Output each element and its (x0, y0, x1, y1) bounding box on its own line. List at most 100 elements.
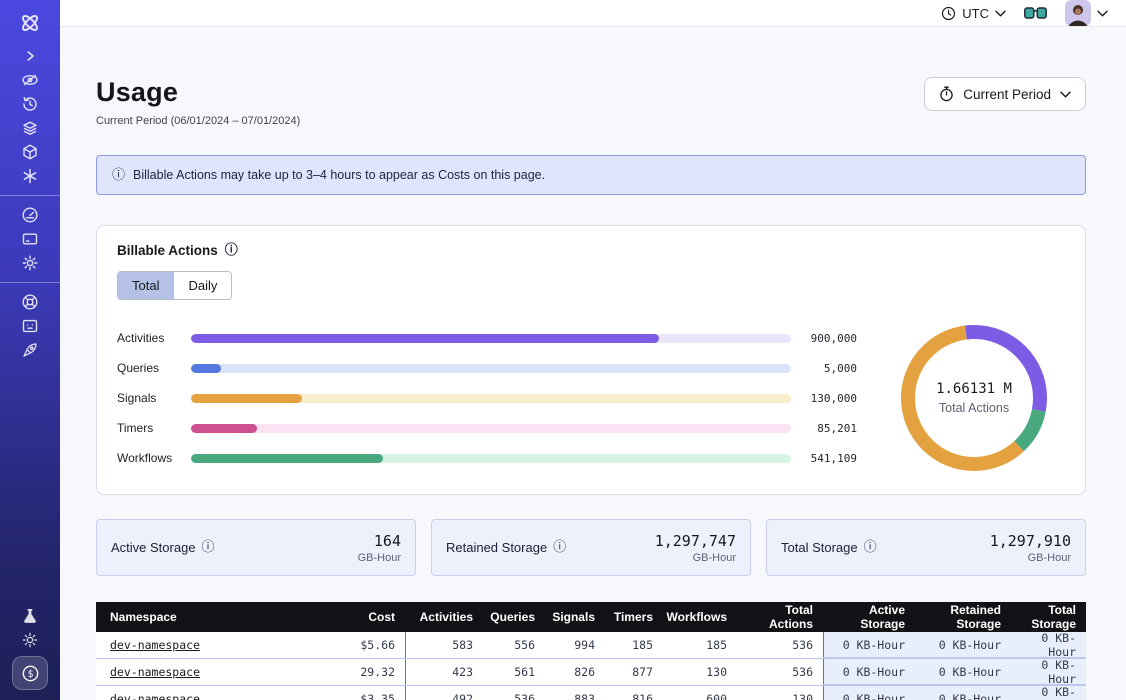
stat-value: 1,297,910 (990, 532, 1071, 550)
namespace-link[interactable]: dev-namespace (110, 692, 200, 700)
billable-actions-tabs: Total Daily (117, 271, 232, 300)
info-icon[interactable]: ⓘ (202, 541, 215, 554)
col-active-storage: Active Storage (823, 602, 915, 632)
cell-retained-storage: 0 KB-Hour (915, 659, 1011, 685)
billable-actions-title: Billable Actions (117, 243, 218, 258)
namespace-link[interactable]: dev-namespace (110, 665, 200, 679)
cell-active-storage: 0 KB-Hour (823, 686, 915, 700)
cell-signals: 883 (545, 686, 605, 700)
temporal-logo-icon[interactable] (12, 8, 48, 38)
tab-total[interactable]: Total (118, 272, 173, 299)
storage-summary-row: Active Storageⓘ 164 GB-Hour Retained Sto… (96, 519, 1086, 576)
bar-value: 5,000 (791, 362, 857, 375)
sidebar-divider (0, 282, 60, 283)
info-icon[interactable]: ⓘ (864, 541, 877, 554)
col-retained-storage: Retained Storage (915, 602, 1011, 632)
bar-label: Workflows (117, 451, 191, 465)
cell-cost: $5.66 (310, 632, 405, 658)
col-total-actions: Total Actions (737, 602, 823, 632)
total-actions-donut: 1.66131 M Total Actions (883, 322, 1065, 474)
avatar (1065, 0, 1091, 26)
cell-total-actions: 536 (737, 632, 823, 658)
cell-workflows: 600 (663, 686, 737, 700)
info-icon[interactable]: ⓘ (553, 541, 566, 554)
col-signals: Signals (545, 602, 605, 632)
namespaces-eye-icon[interactable] (12, 68, 48, 92)
billing-dollar-icon-active[interactable]: $ (12, 656, 48, 690)
table-row[interactable]: dev-namespace $3.35 492 536 883 816 600 … (96, 686, 1086, 700)
bar-row-signals: Signals 130,000 (117, 391, 857, 405)
bar-row-queries: Queries 5,000 (117, 361, 857, 375)
bar-row-timers: Timers 85,201 (117, 421, 857, 435)
bar-track (191, 334, 791, 343)
stat-label: Retained Storage (446, 540, 547, 555)
bar-value: 130,000 (791, 392, 857, 405)
donut-total-label: Total Actions (936, 401, 1012, 415)
namespace-link[interactable]: dev-namespace (110, 638, 200, 652)
cell-active-storage: 0 KB-Hour (823, 659, 915, 685)
usage-gauge-icon[interactable] (12, 203, 48, 227)
bar-value: 85,201 (791, 422, 857, 435)
col-activities: Activities (405, 602, 483, 632)
cell-retained-storage: 0 KB-Hour (915, 632, 1011, 658)
stat-unit: GB-Hour (990, 552, 1071, 564)
stat-value: 1,297,747 (655, 532, 736, 550)
info-icon[interactable]: ⓘ (225, 244, 238, 257)
main-area: UTC Usage Current Period (06/01/20 (60, 0, 1126, 700)
timezone-selector[interactable]: UTC (941, 6, 1006, 21)
table-row[interactable]: dev-namespace $5.66 583 556 994 185 185 … (96, 632, 1086, 659)
feedback-terminal-icon[interactable] (12, 314, 48, 338)
bar-row-activities: Activities 900,000 (117, 331, 857, 345)
cell-timers: 877 (605, 659, 663, 685)
getting-started-rocket-icon[interactable] (12, 338, 48, 362)
tab-daily[interactable]: Daily (173, 272, 231, 299)
table-row[interactable]: dev-namespace 29.32 423 561 826 877 130 … (96, 659, 1086, 686)
cell-activities: 423 (405, 659, 483, 685)
period-selector-button[interactable]: Current Period (924, 77, 1086, 111)
cell-total-storage: 0 KB-Hour (1011, 659, 1086, 685)
feedback-glasses-button[interactable] (1024, 7, 1047, 20)
cell-total-actions: 536 (737, 659, 823, 685)
bar-row-workflows: Workflows 541,109 (117, 451, 857, 465)
bar-label: Activities (117, 331, 191, 345)
info-icon: ⓘ (112, 169, 125, 182)
cell-cost: 29.32 (310, 659, 405, 685)
bar-track (191, 394, 791, 403)
billing-card-icon[interactable] (12, 227, 48, 251)
batch-asterisk-icon[interactable] (12, 164, 48, 188)
schedules-history-icon[interactable] (12, 92, 48, 116)
page-content: Usage Current Period (06/01/2024 – 07/01… (60, 27, 1126, 700)
cell-queries: 561 (483, 659, 545, 685)
settings-gear-icon[interactable] (12, 251, 48, 275)
cell-total-storage: 0 KB-Hour (1011, 686, 1086, 700)
bar-fill (191, 364, 221, 373)
bar-fill (191, 394, 302, 403)
user-menu[interactable] (1065, 0, 1108, 26)
billable-actions-chart: Activities 900,000 Queries 5,000 Signals… (117, 322, 1065, 474)
labs-flask-icon[interactable] (12, 604, 48, 628)
cell-signals: 994 (545, 632, 605, 658)
collapse-chevron-icon[interactable] (12, 44, 48, 68)
total-storage-card: Total Storageⓘ 1,297,910 GB-Hour (766, 519, 1086, 576)
deployments-cube-icon[interactable] (12, 140, 48, 164)
retained-storage-card: Retained Storage ⓘ 1,297,747 GB-Hour (431, 519, 751, 576)
theme-sun-icon[interactable] (12, 628, 48, 652)
topbar: UTC (60, 0, 1126, 27)
stat-unit: GB-Hour (655, 552, 736, 564)
cell-workflows: 130 (663, 659, 737, 685)
timezone-label: UTC (962, 6, 989, 21)
cell-total-storage: 0 KB-Hour (1011, 632, 1086, 658)
donut-total-value: 1.66131 M (936, 381, 1012, 397)
bar-track (191, 424, 791, 433)
bar-fill (191, 454, 383, 463)
support-lifebuoy-icon[interactable] (12, 290, 48, 314)
page-title: Usage (96, 77, 300, 108)
cell-activities: 583 (405, 632, 483, 658)
bar-label: Timers (117, 421, 191, 435)
layers-icon[interactable] (12, 116, 48, 140)
stopwatch-icon (939, 86, 954, 102)
bar-label: Signals (117, 391, 191, 405)
cell-active-storage: 0 KB-Hour (823, 632, 915, 658)
bar-fill (191, 334, 659, 343)
clock-icon (941, 6, 956, 21)
